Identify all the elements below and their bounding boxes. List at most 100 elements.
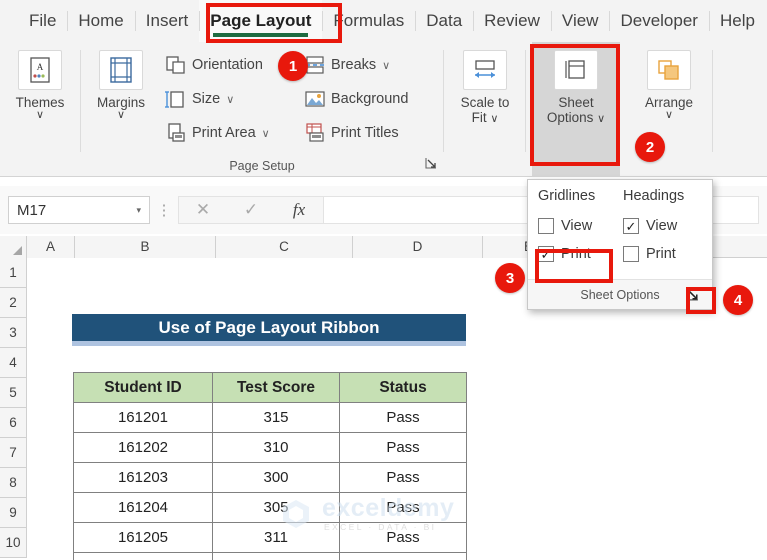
sheet-options-footer: Sheet Options — [528, 280, 712, 309]
name-box-value: M17 — [17, 201, 47, 219]
background-button[interactable]: Background — [304, 86, 408, 112]
page-setup-dialog-launcher[interactable] — [424, 156, 440, 172]
group-divider — [525, 50, 526, 152]
cell-test-score[interactable]: 305 — [212, 492, 340, 523]
cell-test-score[interactable]: 310 — [212, 432, 340, 463]
tab-file[interactable]: File — [18, 0, 67, 42]
headings-view-option[interactable]: ✓ View — [623, 212, 708, 240]
sheet-options-footer-label: Sheet Options — [580, 287, 660, 302]
tab-data[interactable]: Data — [415, 0, 473, 42]
chevron-down-icon[interactable]: ∨ — [645, 110, 693, 121]
name-box[interactable]: M17 ▾ — [8, 196, 150, 224]
cell-test-score[interactable]: 315 — [212, 402, 340, 433]
select-all-corner[interactable] — [0, 236, 27, 258]
enter-icon[interactable]: ✓ — [227, 200, 275, 220]
formula-bar-handle[interactable]: ⋮ — [150, 201, 178, 219]
breaks-button[interactable]: Breaks ∨ — [304, 52, 390, 78]
print-titles-button[interactable]: Print Titles — [304, 120, 399, 146]
orientation-button[interactable]: Orientation — [165, 52, 263, 78]
row-header-4[interactable]: 4 — [0, 348, 27, 378]
group-divider — [443, 50, 444, 152]
tab-view[interactable]: View — [550, 0, 610, 42]
gridlines-view-option[interactable]: View — [538, 212, 623, 240]
scale-to-fit-button[interactable]: Scale to Fit ∨ — [448, 50, 522, 127]
cell-status[interactable]: Pass — [339, 432, 467, 463]
table-row[interactable]: 161201 315 Pass — [73, 402, 467, 433]
table-row[interactable]: 161205 311 Pass — [73, 522, 467, 553]
annotation-box-page-layout-tab — [206, 3, 342, 43]
row-header-8[interactable]: 8 — [0, 468, 27, 498]
cell-student-id[interactable]: 161204 — [73, 492, 213, 523]
column-header-a[interactable]: A — [27, 236, 75, 258]
cell-status[interactable]: Pass — [339, 552, 467, 560]
table-row[interactable]: 161206 308 Pass — [73, 552, 467, 560]
arrange-button[interactable]: Arrange ∨ — [632, 50, 706, 121]
cell-student-id[interactable]: 161201 — [73, 402, 213, 433]
column-header-d[interactable]: D — [353, 236, 483, 258]
chevron-down-icon[interactable]: ▾ — [136, 205, 141, 216]
arrange-icon — [647, 50, 691, 90]
row-header-6[interactable]: 6 — [0, 408, 27, 438]
row-header-7[interactable]: 7 — [0, 438, 27, 468]
cell-test-score[interactable]: 300 — [212, 462, 340, 493]
tab-home[interactable]: Home — [67, 0, 134, 42]
table-row[interactable]: 161203 300 Pass — [73, 462, 467, 493]
cell-student-id[interactable]: 161206 — [73, 552, 213, 560]
margins-button[interactable]: Margins ∨ — [84, 50, 158, 121]
print-titles-label: Print Titles — [331, 125, 399, 141]
step-marker-4: 4 — [723, 285, 753, 315]
cell-status[interactable]: Pass — [339, 492, 467, 523]
column-header-b[interactable]: B — [75, 236, 216, 258]
tab-insert[interactable]: Insert — [134, 0, 200, 42]
print-area-icon — [165, 122, 187, 144]
chevron-down-icon[interactable]: ∨ — [16, 110, 65, 121]
row-header-3[interactable]: 3 — [0, 318, 27, 348]
row-header-10[interactable]: 10 — [0, 528, 27, 558]
row-header-1[interactable]: 1 — [0, 258, 27, 288]
ribbon-group-themes: A Themes ∨ — [0, 42, 80, 177]
row-header-5[interactable]: 5 — [0, 378, 27, 408]
size-button[interactable]: Size ∨ — [165, 86, 234, 112]
cancel-icon[interactable]: ✕ — [179, 200, 227, 220]
chevron-down-icon[interactable]: ∨ — [97, 110, 145, 121]
headings-print-label: Print — [646, 246, 676, 262]
tab-developer[interactable]: Developer — [609, 0, 709, 42]
margins-icon — [99, 50, 143, 90]
table-header-row: Student ID Test Score Status — [73, 372, 467, 403]
cell-status[interactable]: Pass — [339, 402, 467, 433]
headings-print-checkbox[interactable] — [623, 246, 639, 262]
row-header-column: 1 2 3 4 5 6 7 8 9 10 — [0, 258, 27, 558]
chevron-down-icon[interactable]: ∨ — [490, 113, 498, 125]
chevron-down-icon[interactable]: ∨ — [382, 59, 390, 72]
insert-function-icon[interactable]: fx — [275, 200, 323, 220]
table-row[interactable]: 161204 305 Pass — [73, 492, 467, 523]
column-header-c[interactable]: C — [216, 236, 353, 258]
arrange-label: Arrange ∨ — [644, 95, 694, 121]
chevron-down-icon[interactable]: ∨ — [226, 93, 234, 106]
tab-review[interactable]: Review — [473, 0, 551, 42]
themes-button[interactable]: A Themes ∨ — [3, 50, 77, 121]
cell-student-id[interactable]: 161203 — [73, 462, 213, 493]
cell-status[interactable]: Pass — [339, 462, 467, 493]
cell-test-score[interactable]: 308 — [212, 552, 340, 560]
headings-view-checkbox[interactable]: ✓ — [623, 218, 639, 234]
cell-student-id[interactable]: 161202 — [73, 432, 213, 463]
row-header-9[interactable]: 9 — [0, 498, 27, 528]
table-header-test-score: Test Score — [212, 372, 340, 403]
table-header-student-id: Student ID — [73, 372, 213, 403]
print-area-label: Print Area — [192, 125, 256, 141]
gridlines-heading: Gridlines — [538, 188, 596, 204]
row-header-2[interactable]: 2 — [0, 288, 27, 318]
print-area-button[interactable]: Print Area ∨ — [165, 120, 270, 146]
table-header-status: Status — [339, 372, 467, 403]
table-row[interactable]: 161202 310 Pass — [73, 432, 467, 463]
cell-student-id[interactable]: 161205 — [73, 522, 213, 553]
tab-help[interactable]: Help — [708, 0, 766, 42]
cell-test-score[interactable]: 311 — [212, 522, 340, 553]
print-titles-icon — [304, 122, 326, 144]
headings-print-option[interactable]: Print — [623, 240, 708, 268]
student-score-table: Student ID Test Score Status 161201 315 … — [73, 372, 467, 560]
chevron-down-icon[interactable]: ∨ — [262, 127, 270, 140]
gridlines-view-checkbox[interactable] — [538, 218, 554, 234]
cell-status[interactable]: Pass — [339, 522, 467, 553]
